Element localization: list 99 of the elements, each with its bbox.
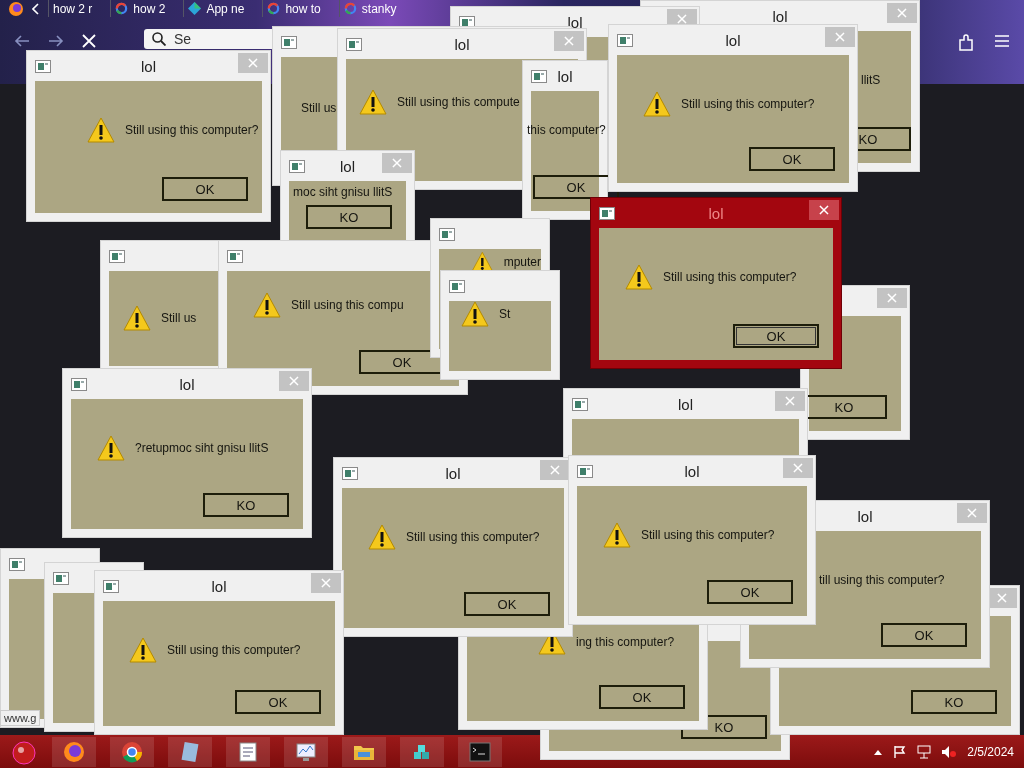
window-title: lol xyxy=(340,157,355,175)
dialog-button[interactable]: OK xyxy=(235,690,321,714)
app-icon xyxy=(281,35,297,49)
app-icon xyxy=(9,557,25,571)
search-field[interactable]: Se xyxy=(174,30,324,48)
browser-tab[interactable]: how 2 xyxy=(110,0,176,17)
app-icon xyxy=(346,37,362,51)
app-icon xyxy=(188,2,202,15)
app-icon xyxy=(531,69,547,83)
dialog-message: Still using this computer? xyxy=(663,270,797,284)
dialog-button[interactable]: OK xyxy=(881,623,967,647)
warning-icon xyxy=(97,435,125,461)
dialog-message: Still us xyxy=(161,311,197,325)
dialog-message: Still using this compute xyxy=(397,95,520,109)
window-title: lol xyxy=(179,375,195,393)
chrome-icon[interactable] xyxy=(120,739,144,764)
dialog-message: ing this computer? xyxy=(576,635,675,649)
app-icon xyxy=(599,206,615,220)
window-title: lol xyxy=(445,464,461,482)
app-icon xyxy=(53,571,69,585)
window-title: lol xyxy=(725,31,741,49)
app-icon xyxy=(35,59,51,73)
dialog-message: Still using this computer? xyxy=(167,643,301,657)
window-title: lol xyxy=(567,13,583,31)
dialog-message: Still using this computer? xyxy=(681,97,815,111)
app-icon xyxy=(71,377,87,391)
dialog-message: Still using this computer? xyxy=(125,123,259,137)
window-title: lol xyxy=(557,67,573,85)
stop-icon[interactable] xyxy=(82,34,96,48)
forward-icon[interactable] xyxy=(48,34,64,48)
dialog-button[interactable]: KO xyxy=(911,690,997,714)
browser-tab[interactable]: how 2 r xyxy=(48,0,103,17)
chevron-left-icon[interactable] xyxy=(32,2,40,15)
dialog-message: llitS xyxy=(861,73,881,87)
dialog-button[interactable]: KO xyxy=(203,493,289,517)
document-icon[interactable] xyxy=(236,739,260,764)
app-icon xyxy=(577,464,593,478)
dialog-message: Still using this computer? xyxy=(406,530,540,544)
back-icon[interactable] xyxy=(14,34,30,48)
dialog-message: till using this computer? xyxy=(819,573,945,587)
browser-logo-icon[interactable] xyxy=(62,739,86,764)
warning-icon xyxy=(643,91,671,117)
dialog-message: Still us xyxy=(301,101,337,115)
google-icon xyxy=(115,2,129,15)
dialog-button[interactable]: OK xyxy=(733,324,819,348)
app-icon xyxy=(227,249,243,263)
window-title: lol xyxy=(684,462,700,480)
window-title: lol xyxy=(211,577,227,595)
warning-icon xyxy=(87,117,115,143)
dialog-button[interactable]: OK xyxy=(162,177,248,201)
google-icon xyxy=(343,2,357,15)
close-button[interactable]: × xyxy=(809,200,839,220)
warning-icon xyxy=(253,292,281,318)
warning-icon xyxy=(359,89,387,115)
dialog-message: St xyxy=(499,307,511,321)
dialog-message: ?retupmoc siht gnisu llitS xyxy=(135,441,269,455)
app-icon xyxy=(103,579,119,593)
search-icon xyxy=(152,32,166,46)
browser-tab[interactable]: App ne xyxy=(183,0,255,17)
app-icon xyxy=(289,159,305,173)
warning-icon xyxy=(123,305,151,331)
browser-tab[interactable]: stanky xyxy=(338,0,407,17)
window-title: lol xyxy=(678,395,693,413)
dialog-message: moc siht gnisu llitS xyxy=(293,185,393,199)
warning-icon xyxy=(461,301,489,327)
warning-icon xyxy=(603,522,631,548)
dialog-message: Still using this computer? xyxy=(641,528,775,542)
app-icon xyxy=(439,227,455,241)
window-title: lol xyxy=(772,7,788,25)
browser-tab[interactable]: how to xyxy=(262,0,331,17)
clock-date[interactable]: 2/5/2024 xyxy=(967,744,1014,759)
dialog-message: mputer xyxy=(503,255,541,269)
warning-icon xyxy=(625,264,653,290)
volume-muted-icon[interactable] xyxy=(941,744,958,759)
warning-icon xyxy=(368,524,396,550)
terminal-icon[interactable] xyxy=(468,739,492,764)
app-icon xyxy=(617,33,633,47)
dialog-button[interactable]: OK xyxy=(599,685,685,709)
extensions-icon[interactable] xyxy=(958,34,974,52)
app-icon xyxy=(109,249,125,263)
google-icon xyxy=(267,2,281,15)
dialog-message: Still using this compu xyxy=(291,298,404,312)
status-url: www.g xyxy=(0,710,41,726)
app-icon xyxy=(449,279,465,293)
window-title: lol xyxy=(857,507,873,525)
browser-logo-icon[interactable] xyxy=(8,0,24,17)
dialog-button[interactable]: KO xyxy=(306,205,392,229)
warning-icon xyxy=(129,637,157,663)
dialog-button[interactable]: OK xyxy=(464,592,550,616)
window-title: lol xyxy=(708,204,724,222)
window-title: lol xyxy=(454,35,470,53)
dialog-button[interactable]: OK xyxy=(749,147,835,171)
app-icon xyxy=(342,466,358,480)
menu-icon[interactable] xyxy=(994,34,1010,48)
window-title: lol xyxy=(141,57,156,75)
dialog-button[interactable]: OK xyxy=(707,580,793,604)
flag-icon[interactable] xyxy=(893,744,908,759)
network-icon[interactable] xyxy=(917,744,932,759)
app-icon xyxy=(572,397,588,411)
